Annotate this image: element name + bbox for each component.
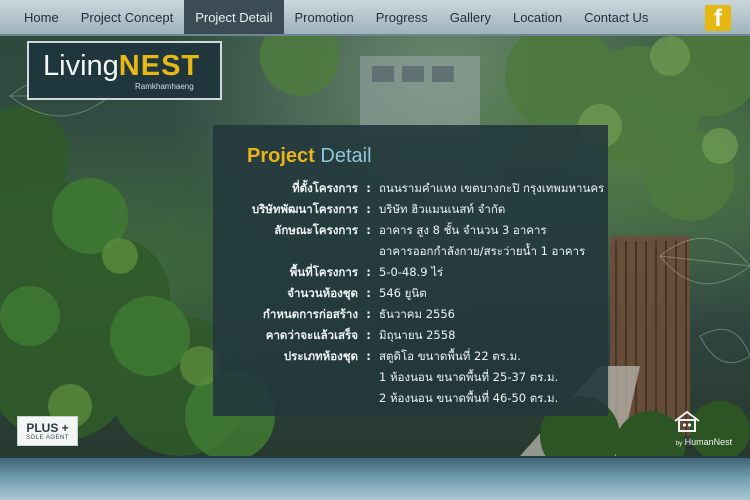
plus-sole-agent-badge[interactable]: PLUS + SOLE AGENT xyxy=(17,416,78,446)
nav-gallery[interactable]: Gallery xyxy=(439,0,502,34)
detail-row-completion: คาดว่าจะแล้วเสร็จ : มิถุนายน 2558 xyxy=(247,325,608,346)
detail-separator: : xyxy=(366,307,371,321)
humannest-by: by xyxy=(675,441,683,447)
detail-row-area: พื้นที่โครงการ : 5-0-48.9 ไร่ xyxy=(247,262,608,283)
detail-key: ลักษณะโครงการ xyxy=(274,223,358,237)
detail-row-units: จำนวนห้องชุด : 546 ยูนิต xyxy=(247,283,608,304)
detail-key: กำหนดการก่อสร้าง xyxy=(262,307,358,321)
detail-value: อาคารออกกำลังกาย/สระว่ายน้ำ 1 อาคาร xyxy=(379,244,586,258)
nav-home[interactable]: Home xyxy=(0,0,70,34)
detail-row-location: ที่ตั้งโครงการ : ถนนรามคำแหง เขตบางกะปิ … xyxy=(247,178,608,199)
detail-key: พื้นที่โครงการ xyxy=(289,265,358,279)
detail-row-unit-types: ประเภทห้องชุด : สตูดิโอ ขนาดพื้นที่ 22 ต… xyxy=(247,346,608,409)
plus-badge-sub: SOLE AGENT xyxy=(25,434,69,441)
detail-key: จำนวนห้องชุด xyxy=(287,286,358,300)
detail-separator: : xyxy=(366,328,371,342)
hero-background: LivingNEST Ramkhamhaeng Project Detail ท… xyxy=(0,36,750,456)
detail-row-developer: บริษัทพัฒนาโครงการ : บริษัท ฮิวแมนเนสท์ … xyxy=(247,199,608,220)
humannest-badge[interactable]: by HumanNest xyxy=(672,410,736,450)
logo-word-living: Living xyxy=(43,49,119,82)
detail-value: 546 ยูนิต xyxy=(379,286,427,300)
detail-value: 2 ห้องนอน ขนาดพื้นที่ 46-50 ตร.ม. xyxy=(379,391,559,405)
house-icon xyxy=(674,410,700,432)
detail-value: อาคาร สูง 8 ชั้น จำนวน 3 อาคาร xyxy=(379,223,547,237)
panel-title-detail: Detail xyxy=(320,145,372,167)
detail-row-project-type: ลักษณะโครงการ : อาคาร สูง 8 ชั้น จำนวน 3… xyxy=(247,220,608,262)
plus-badge-main: PLUS + xyxy=(26,420,69,435)
humannest-label: by HumanNest xyxy=(676,437,732,450)
logo-word-nest: NEST xyxy=(118,49,201,82)
nav-progress[interactable]: Progress xyxy=(365,0,439,34)
detail-value: มิถุนายน 2558 xyxy=(379,328,456,342)
nav-project-detail[interactable]: Project Detail xyxy=(184,0,284,34)
detail-value: สตูดิโอ ขนาดพื้นที่ 22 ตร.ม. xyxy=(379,349,521,363)
project-detail-panel: Project Detail ที่ตั้งโครงการ : ถนนรามคำ… xyxy=(213,125,608,416)
livingnest-logo[interactable]: LivingNEST Ramkhamhaeng xyxy=(27,41,222,100)
detail-separator: : xyxy=(366,202,371,216)
nav-project-concept[interactable]: Project Concept xyxy=(70,0,185,34)
detail-value: ธันวาคม 2556 xyxy=(379,307,455,321)
detail-key: คาดว่าจะแล้วเสร็จ xyxy=(265,328,358,342)
detail-value: ถนนรามคำแหง เขตบางกะปิ กรุงเทพมหานคร xyxy=(379,181,605,195)
detail-separator: : xyxy=(366,286,371,300)
detail-separator: : xyxy=(366,349,371,363)
detail-row-construction-start: กำหนดการก่อสร้าง : ธันวาคม 2556 xyxy=(247,304,608,325)
nav-location[interactable]: Location xyxy=(502,0,573,34)
detail-value: บริษัท ฮิวแมนเนสท์ จำกัด xyxy=(379,202,506,216)
footer-band xyxy=(0,456,750,500)
detail-separator: : xyxy=(366,223,371,237)
logo-subtitle: Ramkhamhaeng xyxy=(135,81,194,91)
main-nav: Home Project Concept Project Detail Prom… xyxy=(0,0,750,36)
detail-separator: : xyxy=(366,181,371,195)
facebook-icon[interactable]: f xyxy=(705,5,731,31)
humannest-name: HumanNest xyxy=(684,437,733,447)
detail-value: 1 ห้องนอน ขนาดพื้นที่ 25-37 ตร.ม. xyxy=(379,370,559,384)
panel-title: Project Detail xyxy=(247,145,608,168)
detail-separator: : xyxy=(366,265,371,279)
detail-key: บริษัทพัฒนาโครงการ xyxy=(251,202,358,216)
nav-contact-us[interactable]: Contact Us xyxy=(573,0,659,34)
panel-title-project: Project xyxy=(247,145,315,167)
nav-promotion[interactable]: Promotion xyxy=(284,0,365,34)
detail-value: 5-0-48.9 ไร่ xyxy=(379,265,444,279)
detail-key: ที่ตั้งโครงการ xyxy=(292,181,358,195)
detail-key: ประเภทห้องชุด xyxy=(283,349,358,363)
logo-wordmark: LivingNEST xyxy=(43,51,220,81)
